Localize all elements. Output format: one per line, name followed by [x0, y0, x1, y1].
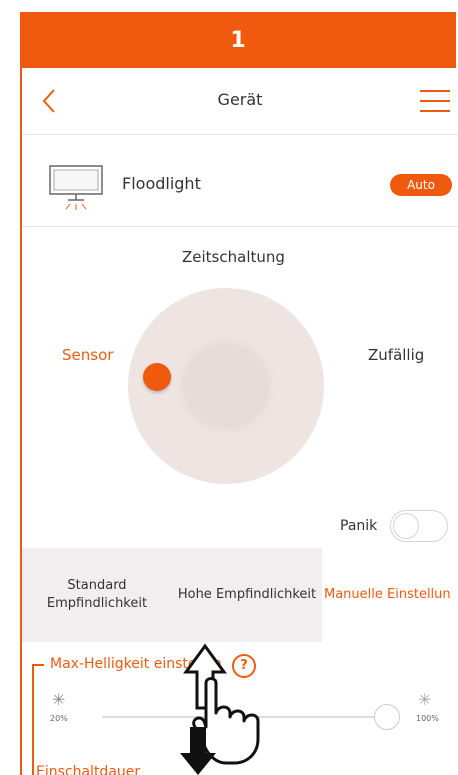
tab-manuell[interactable]: Manuelle Einstellun	[322, 548, 458, 642]
sensitivity-tabs: Standard Empfindlichkeit Hohe Empfindlic…	[22, 548, 458, 642]
dial-center	[184, 344, 268, 428]
floodlight-icon	[48, 164, 104, 212]
auto-badge[interactable]: Auto	[390, 174, 452, 196]
tab-hohe[interactable]: Hohe Empfindlichkeit	[172, 548, 322, 642]
menu-button[interactable]	[420, 90, 450, 114]
hamburger-icon	[420, 90, 450, 112]
brightness-slider-thumb[interactable]	[374, 704, 400, 730]
mode-sensor[interactable]: Sensor	[62, 346, 113, 364]
device-row[interactable]: Floodlight Auto	[22, 138, 458, 227]
navbar: Gerät	[22, 68, 458, 135]
mode-zeitschaltung[interactable]: Zeitschaltung	[182, 248, 285, 266]
tab-standard[interactable]: Standard Empfindlichkeit	[22, 548, 172, 642]
sun-bright-icon: ✳	[418, 690, 432, 709]
step-number: 1	[230, 27, 246, 53]
sun-dim-icon: ✳	[52, 690, 66, 709]
mode-zufaellig[interactable]: Zufällig	[368, 346, 424, 364]
duration-title: Einschaltdauer	[36, 764, 141, 775]
panic-label: Panik	[340, 518, 378, 534]
step-banner: 1	[20, 12, 456, 68]
mode-selector: Zeitschaltung Sensor Zufällig Panik	[22, 226, 458, 550]
min-label: 20%	[50, 714, 68, 723]
device-name: Floodlight	[122, 174, 201, 193]
page-title: Gerät	[217, 90, 263, 109]
toggle-thumb	[393, 513, 419, 539]
dial-knob[interactable]	[143, 363, 171, 391]
panic-toggle[interactable]	[390, 510, 448, 542]
section-bracket	[32, 664, 44, 775]
max-label: 100%	[416, 714, 439, 723]
app-screen: Gerät Floodlight Auto Zeitschaltung Sens…	[22, 68, 458, 775]
swipe-down-arrow-icon	[180, 727, 216, 775]
